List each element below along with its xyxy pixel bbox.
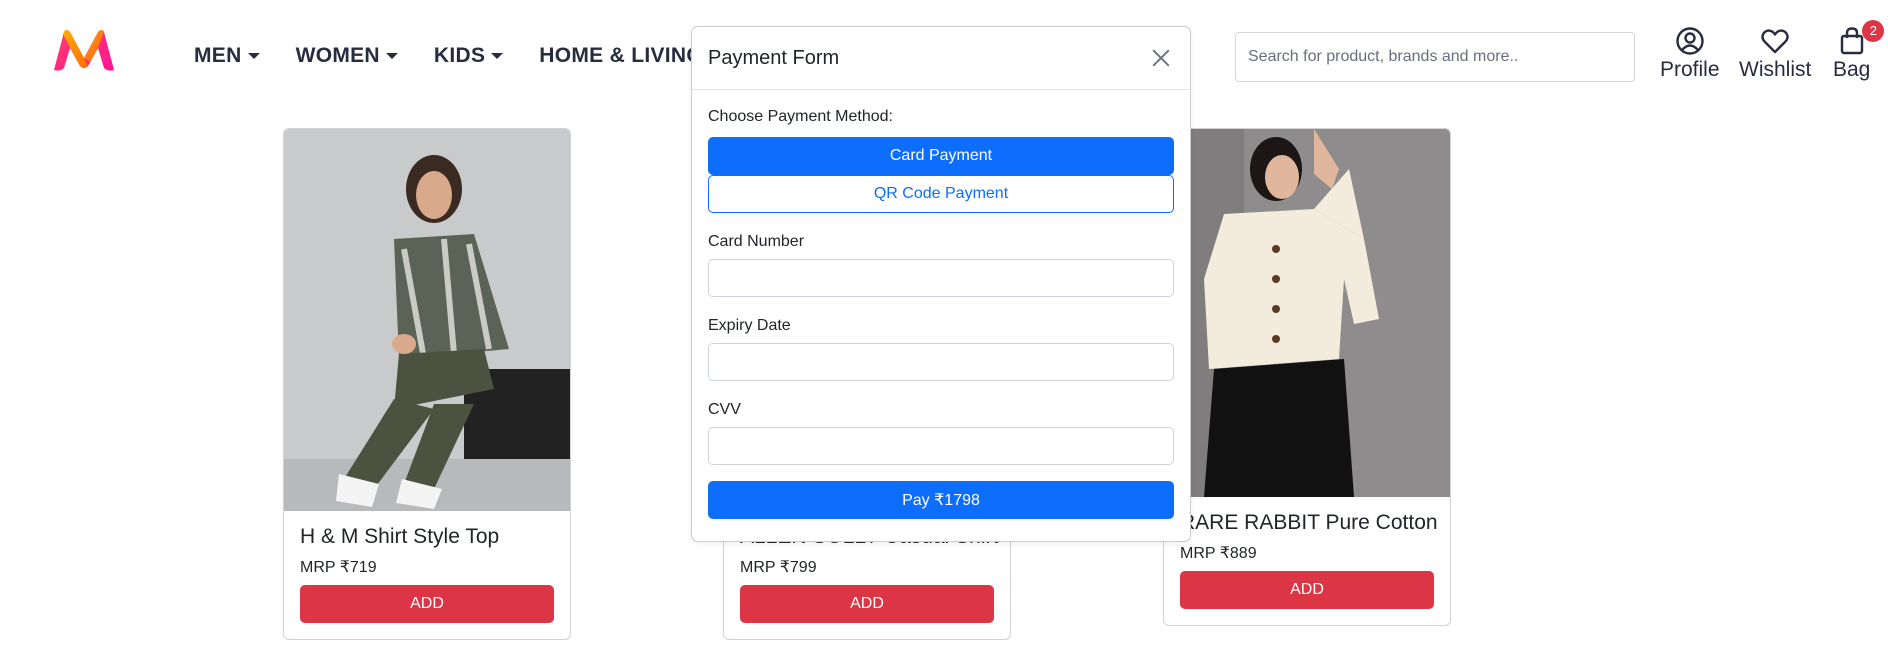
expiry-date-field[interactable] <box>708 343 1174 381</box>
heart-icon <box>1761 29 1789 54</box>
expiry-date-label: Expiry Date <box>708 317 791 334</box>
modal-header: Payment Form <box>692 27 1190 90</box>
payment-modal: Payment Form Choose Payment Method: Card… <box>691 26 1191 542</box>
modal-title: Payment Form <box>708 46 840 69</box>
product-name[interactable]: RARE RABBIT Pure Cotton <box>1180 511 1438 535</box>
caret-down-icon <box>385 53 398 59</box>
nav-item-label: HOME & LIVING <box>539 44 704 67</box>
wishlist-label: Wishlist <box>1739 58 1812 81</box>
modal-body: Choose Payment Method: Card Payment QR C… <box>692 90 1190 519</box>
card-number-field[interactable] <box>708 259 1174 297</box>
pay-button[interactable]: Pay ₹1798 <box>708 481 1174 519</box>
cvv-field[interactable] <box>708 427 1174 465</box>
add-to-bag-button[interactable]: ADD <box>740 585 994 623</box>
bag-button[interactable]: 2 Bag <box>1833 20 1885 82</box>
bag-label: Bag <box>1833 58 1871 81</box>
payment-method-label: Choose Payment Method: <box>708 108 893 125</box>
nav-item-label: WOMEN <box>295 44 380 67</box>
add-to-bag-button[interactable]: ADD <box>300 585 554 623</box>
cvv-label: CVV <box>708 401 741 418</box>
myntra-logo-icon[interactable] <box>50 26 118 74</box>
product-price: MRP ₹799 <box>740 559 817 576</box>
card-number-label: Card Number <box>708 233 805 250</box>
product-card: H & M Shirt Style Top MRP ₹719 ADD <box>283 128 571 640</box>
user-circle-icon <box>1676 27 1704 55</box>
product-price: MRP ₹719 <box>300 559 377 576</box>
nav-item-label: KIDS <box>433 44 486 67</box>
main-nav: MEN WOMEN KIDS HOME & LIVING <box>194 44 757 68</box>
nav-item-label: MEN <box>194 44 242 67</box>
card-payment-button[interactable]: Card Payment <box>708 137 1174 175</box>
nav-item-men[interactable]: MEN <box>194 44 260 68</box>
profile-button[interactable]: Profile <box>1660 26 1720 82</box>
wishlist-button[interactable]: Wishlist <box>1739 26 1811 82</box>
qr-code-payment-button[interactable]: QR Code Payment <box>708 175 1174 213</box>
nav-item-women[interactable]: WOMEN <box>296 44 398 68</box>
product-image[interactable] <box>1164 129 1450 497</box>
bag-count-badge: 2 <box>1862 20 1885 42</box>
caret-down-icon <box>247 53 260 59</box>
close-icon[interactable] <box>1148 45 1174 71</box>
product-card: RARE RABBIT Pure Cotton MRP ₹889 ADD <box>1163 128 1451 626</box>
caret-down-icon <box>491 53 504 59</box>
nav-item-kids[interactable]: KIDS <box>433 44 504 68</box>
search-input[interactable] <box>1235 32 1635 82</box>
product-name[interactable]: H & M Shirt Style Top <box>300 525 554 549</box>
product-image[interactable] <box>284 129 570 511</box>
profile-label: Profile <box>1660 58 1720 81</box>
add-to-bag-button[interactable]: ADD <box>1180 571 1434 609</box>
product-price: MRP ₹889 <box>1180 545 1257 562</box>
